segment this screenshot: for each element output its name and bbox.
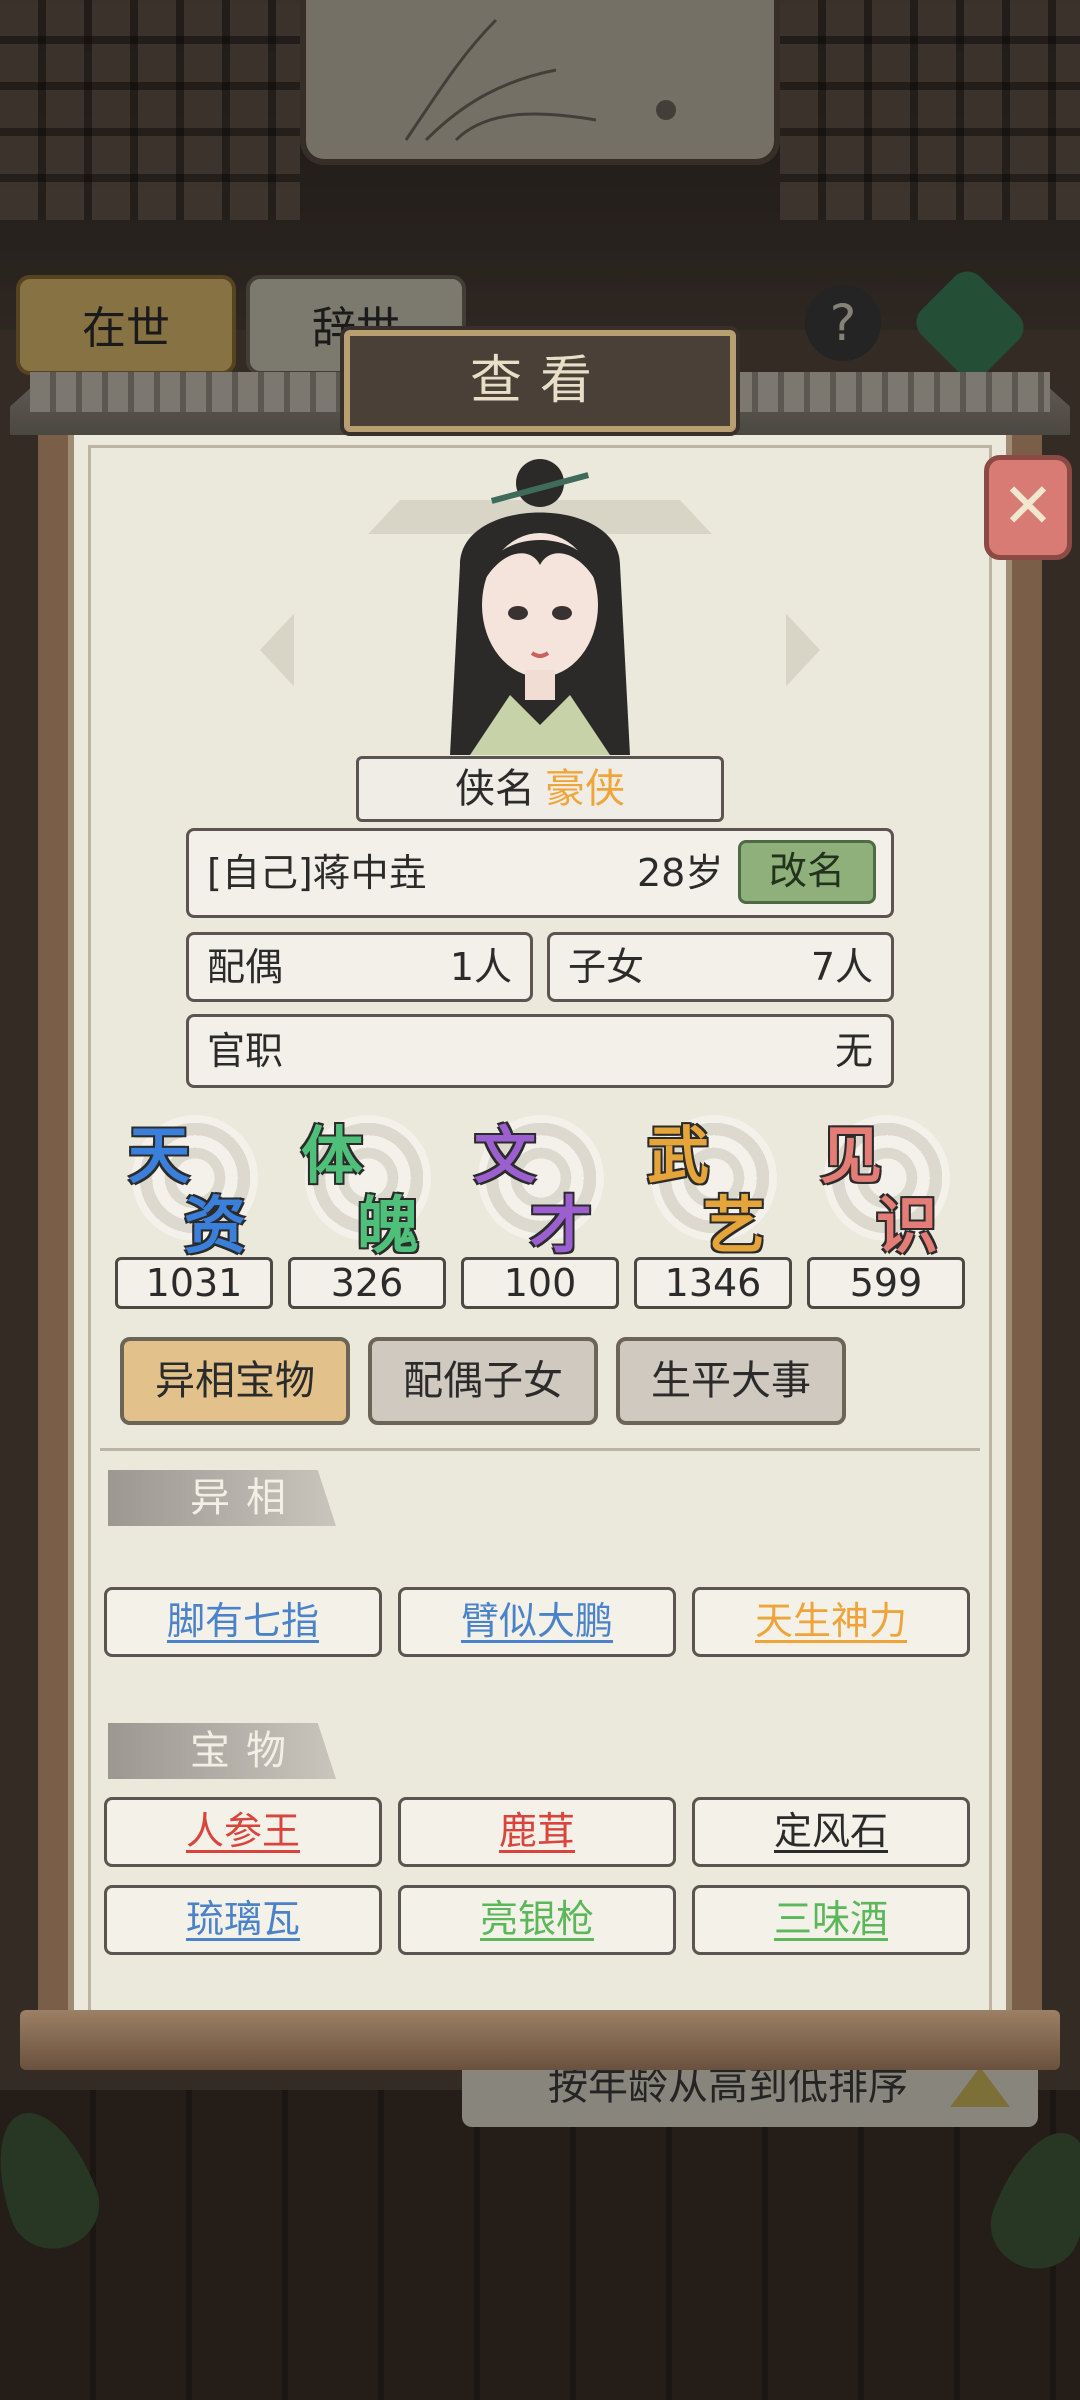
attr-char-2: 才 bbox=[530, 1189, 593, 1262]
office-row: 官职 无 bbox=[186, 1014, 894, 1088]
trait-item[interactable]: 脚有七指 bbox=[104, 1587, 382, 1657]
dialog-title: 查看 bbox=[344, 330, 736, 432]
character-age: 28岁 bbox=[637, 851, 724, 895]
treasure-item[interactable]: 亮银枪 bbox=[398, 1885, 676, 1955]
attr-value-knowledge: 599 bbox=[807, 1257, 965, 1309]
trait-item[interactable]: 天生神力 bbox=[692, 1587, 970, 1657]
attr-char-1: 文 bbox=[474, 1119, 537, 1192]
children-label: 子女 bbox=[568, 945, 645, 989]
attr-badge-physique: 体 魄 bbox=[293, 1105, 443, 1262]
treasure-item[interactable]: 琉璃瓦 bbox=[104, 1885, 382, 1955]
hero-title-value: 豪侠 bbox=[545, 766, 625, 812]
attr-char-2: 艺 bbox=[703, 1189, 766, 1262]
attr-badge-literary: 文 才 bbox=[466, 1105, 616, 1262]
attr-badge-knowledge: 见 识 bbox=[812, 1105, 962, 1262]
treasure-item[interactable]: 定风石 bbox=[692, 1797, 970, 1867]
children-value: 7人 bbox=[810, 945, 873, 989]
character-portrait bbox=[450, 459, 630, 755]
attr-badge-martial: 武 艺 bbox=[639, 1105, 789, 1262]
spouse-value: 1人 bbox=[449, 945, 512, 989]
rename-button[interactable]: 改名 bbox=[738, 840, 876, 904]
office-value: 无 bbox=[834, 1029, 873, 1073]
spouse-label: 配偶 bbox=[207, 945, 284, 989]
tab-life-events[interactable]: 生平大事 bbox=[616, 1337, 846, 1425]
hero-title: 侠名 豪侠 bbox=[356, 756, 724, 822]
character-name: [自己]蒋中垚 bbox=[207, 851, 427, 895]
attr-char-2: 识 bbox=[876, 1189, 939, 1262]
attr-char-2: 魄 bbox=[357, 1189, 420, 1262]
traits-section-title: 异相 bbox=[108, 1470, 336, 1526]
tab-traits-treasures[interactable]: 异相宝物 bbox=[120, 1337, 350, 1425]
close-icon: ✕ bbox=[1002, 469, 1054, 542]
attr-value-aptitude: 1031 bbox=[115, 1257, 273, 1309]
attr-value-literary: 100 bbox=[461, 1257, 619, 1309]
attr-value-martial: 1346 bbox=[634, 1257, 792, 1309]
section-divider bbox=[100, 1448, 980, 1451]
spouse-row: 配偶 1人 bbox=[186, 932, 533, 1002]
treasures-section-title: 宝物 bbox=[108, 1723, 336, 1779]
hero-title-label: 侠名 bbox=[455, 766, 535, 812]
children-row: 子女 7人 bbox=[547, 932, 894, 1002]
attr-value-physique: 326 bbox=[288, 1257, 446, 1309]
attr-char-1: 见 bbox=[820, 1119, 883, 1192]
close-button[interactable]: ✕ bbox=[984, 455, 1072, 560]
attr-badge-aptitude: 天 资 bbox=[120, 1105, 270, 1262]
treasure-item[interactable]: 三味酒 bbox=[692, 1885, 970, 1955]
attr-char-1: 武 bbox=[647, 1119, 710, 1192]
attr-char-1: 体 bbox=[301, 1119, 364, 1192]
dialog-base bbox=[20, 2010, 1060, 2070]
office-label: 官职 bbox=[207, 1029, 284, 1073]
tab-spouse-children[interactable]: 配偶子女 bbox=[368, 1337, 598, 1425]
attr-char-1: 天 bbox=[128, 1119, 191, 1192]
scroll-post-right bbox=[1012, 420, 1042, 2030]
attr-char-2: 资 bbox=[184, 1189, 247, 1262]
treasure-item[interactable]: 人参王 bbox=[104, 1797, 382, 1867]
trait-item[interactable]: 臂似大鹏 bbox=[398, 1587, 676, 1657]
scroll-post-left bbox=[38, 420, 68, 2030]
treasure-item[interactable]: 鹿茸 bbox=[398, 1797, 676, 1867]
